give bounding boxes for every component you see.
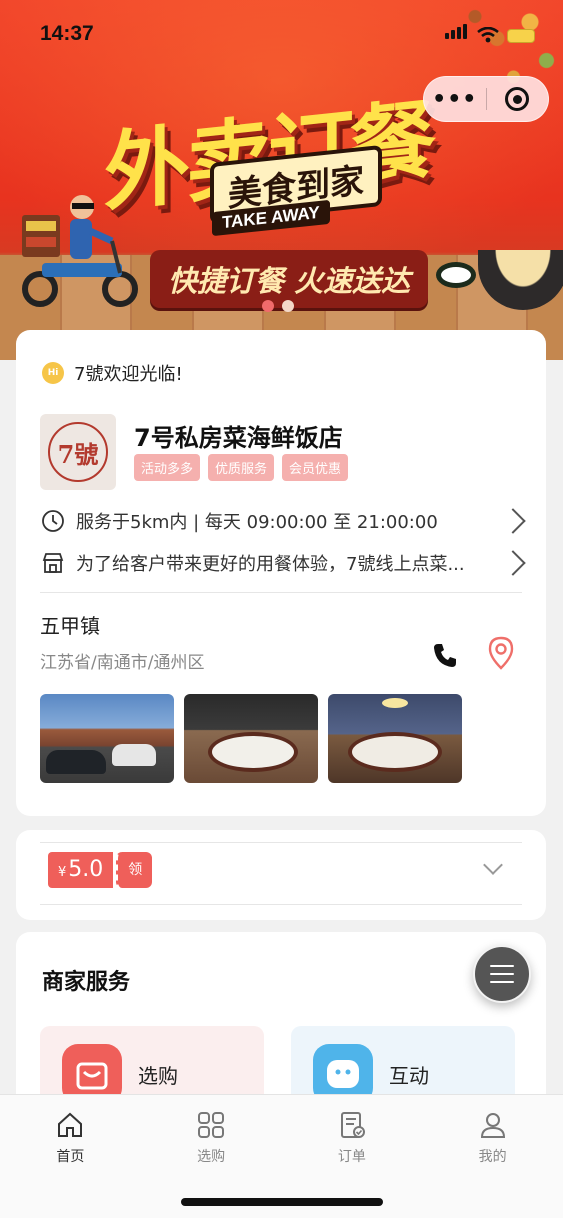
tab-shop[interactable]: 选购: [141, 1095, 282, 1175]
phone-icon[interactable]: [430, 640, 460, 670]
hi-bubble-icon: Hi: [42, 362, 64, 384]
carousel-dot-active[interactable]: [262, 300, 274, 312]
wifi-icon: [477, 27, 499, 43]
shop-logo-mark: 7號: [48, 422, 108, 482]
status-bar: 14:37: [0, 0, 563, 60]
shop-tag: 活动多多: [134, 454, 201, 481]
tab-label: 首页: [56, 1149, 85, 1165]
carousel-dot[interactable]: [282, 300, 294, 312]
chevron-right-icon: [500, 508, 526, 534]
grid-icon: [198, 1112, 225, 1138]
service-hours-row[interactable]: 服务于5km内 | 每天 09:00:00 至 21:00:00: [40, 508, 526, 534]
shop-logo: 7號: [40, 414, 116, 490]
order-icon: [340, 1112, 365, 1138]
status-icons: [445, 24, 535, 43]
shop-photos: [40, 694, 462, 783]
chevron-down-icon[interactable]: [483, 855, 503, 875]
shop-tags: 活动多多 优质服务 会员优惠: [134, 454, 349, 481]
shop-photo-exterior[interactable]: [40, 694, 174, 783]
coupon-card: ¥ 5.0 领: [16, 830, 546, 920]
coupon-value: 5.0: [68, 857, 104, 882]
menu-line: [490, 965, 514, 967]
chevron-right-icon: [500, 550, 526, 576]
tab-label: 选购: [197, 1149, 226, 1165]
close-miniprogram-button[interactable]: [486, 87, 548, 111]
location-pin-icon[interactable]: [486, 636, 516, 670]
shop-info-card: Hi 7號欢迎光临! 7號 7号私房菜海鲜饭店 活动多多 优质服务 会员优惠 服…: [16, 330, 546, 816]
shop-photo-private-room[interactable]: [328, 694, 462, 783]
coupon-ticket[interactable]: ¥ 5.0 领: [48, 852, 153, 888]
clock-icon: [40, 508, 66, 534]
battery-icon: [507, 29, 535, 43]
shop-tag: 优质服务: [208, 454, 275, 481]
tab-profile[interactable]: 我的: [422, 1095, 563, 1175]
divider: [40, 592, 522, 593]
shop-name: 7号私房菜海鲜饭店: [134, 424, 343, 452]
target-circle-icon: [505, 87, 530, 111]
shop-notice-row[interactable]: 为了给客户带来更好的用餐体验，7號线上点菜...: [40, 550, 526, 576]
floating-menu-button[interactable]: [473, 945, 531, 1003]
miniprogram-capsule: •••: [423, 76, 549, 122]
more-options-button[interactable]: •••: [424, 87, 486, 112]
home-icon: [58, 1112, 83, 1137]
claim-coupon-button[interactable]: 领: [116, 852, 153, 888]
welcome-message: Hi 7號欢迎光临!: [42, 360, 183, 386]
sushi-illustration: [436, 262, 476, 288]
divider: [40, 904, 522, 905]
services-title: 商家服务: [42, 970, 131, 995]
coupon-amount: ¥ 5.0: [48, 852, 114, 888]
shop-town: 五甲镇: [40, 614, 100, 638]
shop-address: 江苏省/南通市/通州区: [40, 653, 205, 673]
shop-notice-text: 为了给客户带来更好的用餐体验，7號线上点菜...: [76, 554, 465, 575]
status-time: 14:37: [40, 22, 94, 45]
store-icon: [40, 550, 66, 576]
service-label: 选购: [138, 1064, 178, 1088]
tab-label: 订单: [337, 1149, 366, 1165]
tab-home[interactable]: 首页: [0, 1095, 141, 1175]
divider: [40, 842, 522, 843]
home-indicator: [181, 1198, 383, 1206]
coupon-currency: ¥: [58, 865, 67, 880]
shop-photo-dining-room[interactable]: [184, 694, 318, 783]
tab-orders[interactable]: 订单: [282, 1095, 423, 1175]
menu-line: [490, 981, 514, 983]
shop-tag: 会员优惠: [282, 454, 349, 481]
service-label: 互动: [389, 1064, 429, 1088]
signal-icon: [445, 24, 469, 43]
user-icon: [480, 1113, 505, 1138]
carousel-dots[interactable]: [262, 300, 294, 312]
menu-line: [490, 973, 514, 975]
tab-label: 我的: [478, 1149, 507, 1165]
service-hours-text: 服务于5km内 | 每天 09:00:00 至 21:00:00: [76, 512, 438, 533]
welcome-text: 7號欢迎光临!: [74, 364, 183, 385]
